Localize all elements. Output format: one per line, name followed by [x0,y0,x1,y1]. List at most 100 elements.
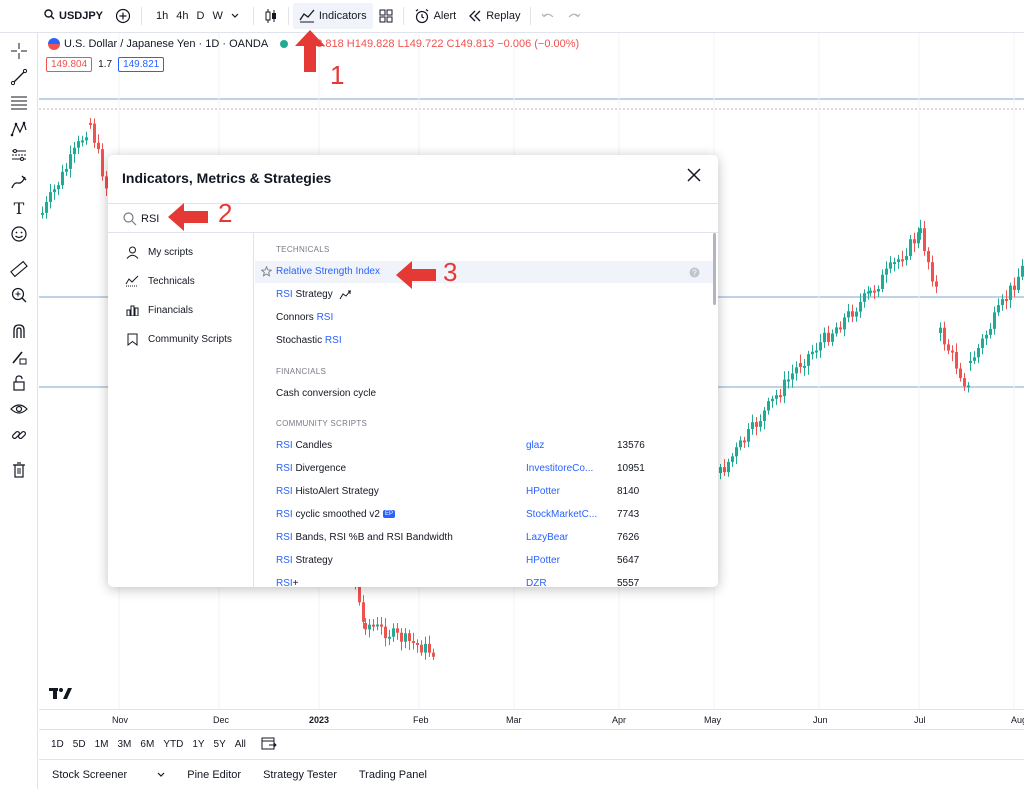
result-row-technicals[interactable]: Connors RSI [255,307,713,329]
sell-price-button[interactable]: 149.804 [46,57,93,72]
result-likes: 8140 [617,486,640,497]
sidebar-label: Community Scripts [148,333,232,345]
trendline-tool[interactable] [9,67,29,87]
info-icon[interactable]: ? [689,267,700,278]
range-ytd[interactable]: YTD [163,739,183,750]
candle-body [771,398,774,402]
draw-mode-tool[interactable] [9,347,29,367]
annotation-arrow-3 [396,261,436,289]
legend-title[interactable]: U.S. Dollar / Japanese Yen · 1D · OANDA [64,38,268,50]
star-icon[interactable] [261,266,272,277]
range-1d[interactable]: 1D [51,739,64,750]
result-row-community[interactable]: RSI Bands, RSI %B and RSI Bandwidth Lazy… [255,527,713,549]
emoji-tool[interactable] [9,224,29,244]
goto-date-button[interactable] [261,736,277,753]
magnet-tool[interactable] [9,321,29,341]
interval-w[interactable]: W [212,10,222,22]
buy-price-button[interactable]: 149.821 [118,57,165,72]
section-header-technicals: TECHNICALS [276,245,330,254]
hide-tool[interactable] [9,399,29,419]
symbol-search-button[interactable]: USDJPY [0,0,109,33]
sidebar-item-financials[interactable]: Financials [125,303,193,317]
candle-body [963,378,966,387]
result-row-financials[interactable]: Cash conversion cycle [255,383,713,405]
sidebar-item-community-scripts[interactable]: Community Scripts [125,332,232,346]
sidebar-item-technicals[interactable]: Technicals [125,274,195,288]
zoom-tool[interactable] [9,285,29,305]
sync-tool[interactable] [9,425,29,445]
time-axis[interactable]: Nov Dec 2023 Feb Mar Apr May Jun Jul Aug [39,709,1024,729]
candle-body [889,262,892,269]
result-row-community[interactable]: RSI cyclic smoothed v2 EP StockMarketC...… [255,504,713,526]
indicators-label: Indicators [318,10,367,22]
tab-stock-screener[interactable]: Stock Screener [52,769,165,781]
replay-label: Replay [486,10,521,22]
range-1y[interactable]: 1Y [192,739,204,750]
result-author[interactable]: InvestitoreCo... [526,463,593,474]
lock-tool[interactable] [9,373,29,393]
undo-button[interactable] [535,0,561,33]
result-row-community[interactable]: RSI+ DZR 5557 [255,573,713,587]
result-name: RSI+ [276,578,299,587]
close-button[interactable] [687,166,701,186]
candle-body [81,140,84,143]
undo-icon [541,13,554,18]
candle-body [97,142,100,150]
pattern-tool[interactable] [9,119,29,139]
spread-value: 1.7 [98,59,113,70]
replay-button[interactable]: Replay [462,0,526,33]
tradingview-logo[interactable] [49,688,73,703]
text-tool[interactable]: T [9,198,29,218]
chevron-down-icon[interactable] [231,10,239,22]
top-toolbar: USDJPY 1h 4h D W Indicators Alert Replay [0,0,1024,33]
result-row-community[interactable]: RSI Divergence InvestitoreCo... 10951 [255,458,713,480]
redo-button[interactable] [561,0,587,33]
candle-body [1013,285,1016,290]
sidebar-item-my-scripts[interactable]: My scripts [125,245,193,259]
fib-tool[interactable] [9,93,29,113]
result-author[interactable]: StockMarketC... [526,509,597,520]
range-5d[interactable]: 5D [73,739,86,750]
result-name: Stochastic RSI [276,335,342,346]
tab-strategy-tester[interactable]: Strategy Tester [263,769,337,781]
chart-type-button[interactable] [258,0,284,33]
tab-pine-editor[interactable]: Pine Editor [187,769,241,781]
range-1m[interactable]: 1M [95,739,109,750]
result-row-community[interactable]: RSI Candles glaz 13576 [255,435,713,457]
result-author[interactable]: DZR [526,578,547,587]
result-row-technicals[interactable]: RSI Strategy [255,284,713,306]
candle-body [767,401,770,411]
crosshair-tool[interactable] [9,41,29,61]
result-author[interactable]: HPotter [526,486,560,497]
candle-body [863,293,866,302]
result-row-technicals[interactable]: Relative Strength Index ? [255,261,713,283]
brush-tool[interactable] [9,172,29,192]
result-row-community[interactable]: RSI HistoAlert Strategy HPotter 8140 [255,481,713,503]
indicators-button[interactable]: Indicators [292,3,373,29]
alert-button[interactable]: Alert [408,0,463,33]
result-row-technicals[interactable]: Stochastic RSI [255,330,713,352]
layouts-button[interactable] [373,0,399,33]
results-scrollbar[interactable] [713,233,716,305]
range-5y[interactable]: 5Y [214,739,226,750]
result-author[interactable]: LazyBear [526,532,568,543]
redo-icon [569,13,581,18]
compare-button[interactable] [109,0,137,33]
candle-body [49,192,52,202]
candle-body [885,268,888,275]
result-author[interactable]: glaz [526,440,544,451]
interval-d[interactable]: D [197,10,205,22]
tab-trading-panel[interactable]: Trading Panel [359,769,427,781]
toolbar-divider [287,7,289,25]
range-all[interactable]: All [235,739,246,750]
remove-tool[interactable] [9,460,29,480]
interval-4h[interactable]: 4h [176,10,188,22]
prediction-tool[interactable] [9,145,29,165]
range-6m[interactable]: 6M [140,739,154,750]
measure-tool[interactable] [9,259,29,279]
range-3m[interactable]: 3M [118,739,132,750]
result-author[interactable]: HPotter [526,555,560,566]
result-row-community[interactable]: RSI Strategy HPotter 5647 [255,550,713,572]
interval-1h[interactable]: 1h [156,10,168,22]
dialog-title: Indicators, Metrics & Strategies [122,170,332,186]
